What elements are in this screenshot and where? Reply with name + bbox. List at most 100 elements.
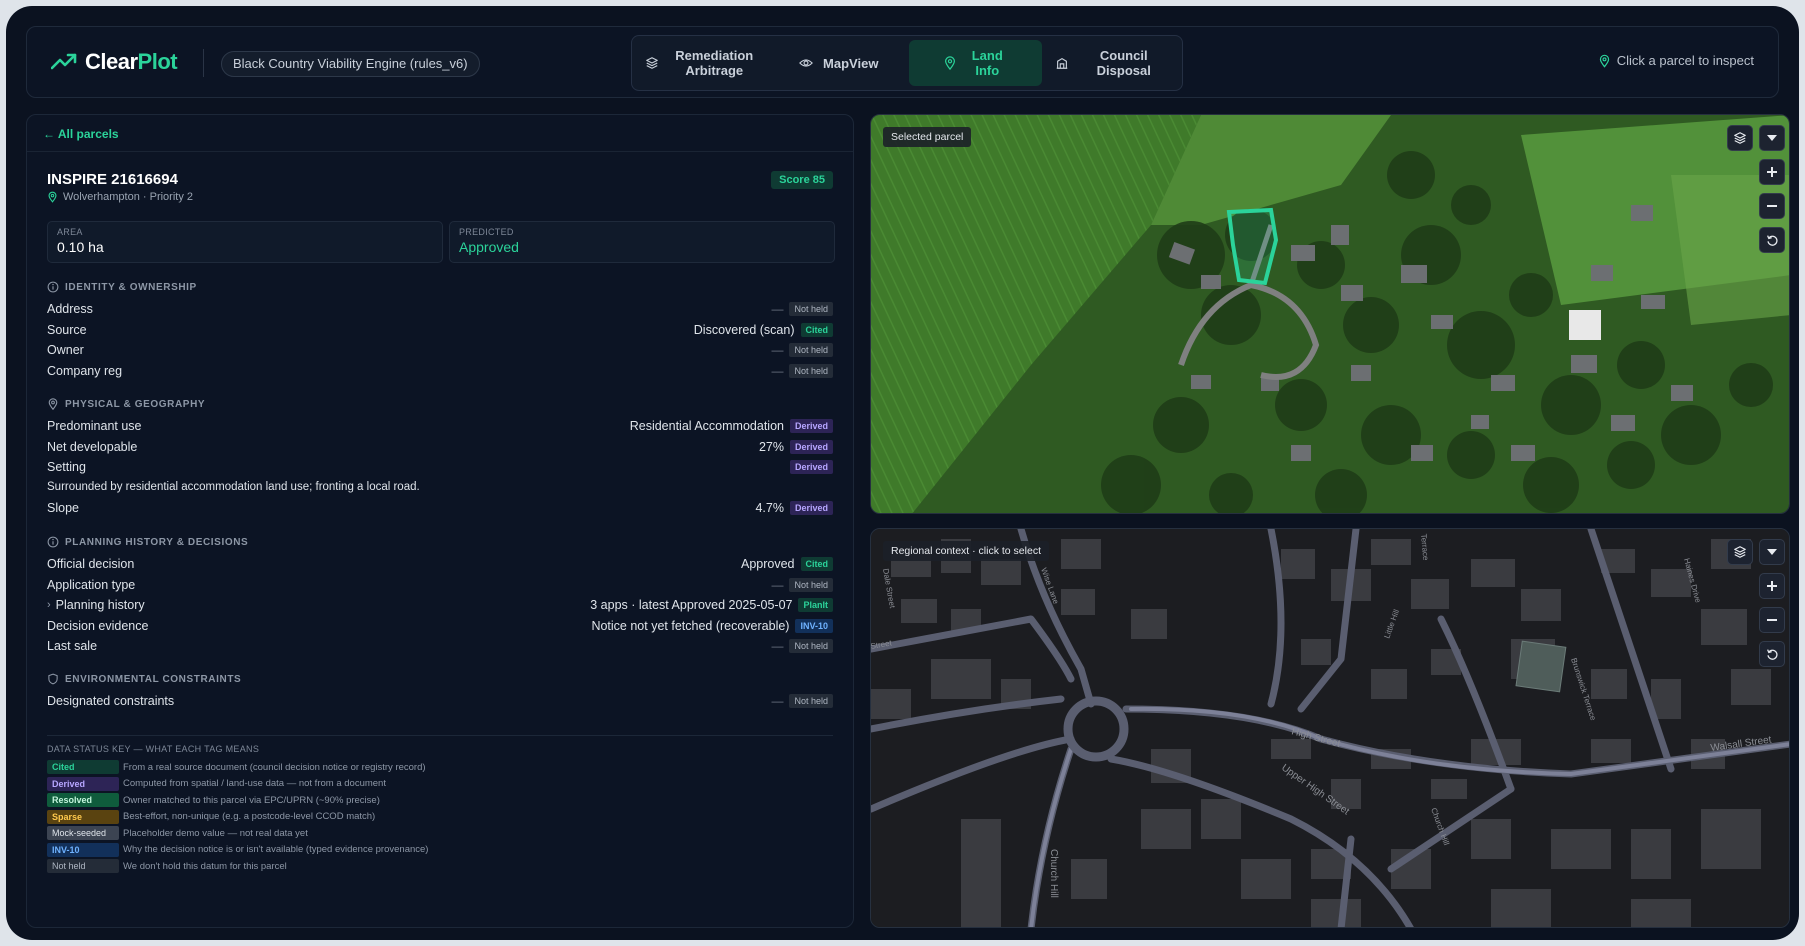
company-reg-row: Company reg — Not held xyxy=(47,361,833,382)
info-icon xyxy=(47,281,59,293)
status-tag: Derived xyxy=(789,500,833,515)
planning-history-row[interactable]: › Planning history 3 apps · latest Approve… xyxy=(47,595,833,616)
back-to-all-parcels-link[interactable]: ← All parcels xyxy=(43,127,119,141)
context-map[interactable]: Dale Street Wise Lane Terrace Little Hil… xyxy=(870,528,1790,928)
row-value: — xyxy=(771,302,784,317)
chevron-right-icon[interactable]: › xyxy=(47,599,51,611)
section-title: ENVIRONMENTAL CONSTRAINTS xyxy=(65,673,242,685)
row-label: Setting xyxy=(47,460,86,475)
map-label: Regional context · click to select xyxy=(883,541,1049,561)
row-label: Last sale xyxy=(47,639,98,654)
official-decision-row: Official decision Approved Cited xyxy=(47,554,833,575)
key-item: INV-10 Why the decision notice is or isn'… xyxy=(47,842,833,859)
key-desc: Computed from spatial / land-use data — … xyxy=(123,778,386,790)
logo-main: Clear xyxy=(85,49,138,74)
tab-mapview[interactable]: MapView xyxy=(773,40,906,86)
predicted-value: Approved xyxy=(459,239,519,255)
engine-badge: Black Country Viability Engine (rules_v6… xyxy=(221,51,480,77)
key-desc: Owner matched to this parcel via EPC/UPR… xyxy=(123,794,380,806)
row-label: Application type xyxy=(47,577,136,592)
chevron-down-icon xyxy=(1767,549,1777,555)
tab-label: Land Info xyxy=(971,48,1003,78)
layers-icon xyxy=(1734,132,1746,144)
row-label: Decision evidence xyxy=(47,618,149,633)
inspect-hint: Click a parcel to inspect xyxy=(1598,53,1754,68)
building-icon xyxy=(1056,57,1067,69)
row-value: 4.7% xyxy=(755,500,784,515)
predicted-card: PREDICTED Approved xyxy=(449,221,835,263)
layers-button[interactable] xyxy=(1727,125,1753,151)
section-heading: IDENTITY & OWNERSHIP xyxy=(47,279,833,295)
status-tag: INV-10 xyxy=(47,842,119,857)
setting-row: Setting Derived xyxy=(47,457,833,478)
key-item: Not held We don't hold this datum for thi… xyxy=(47,858,833,875)
chevron-down-icon xyxy=(1767,135,1777,141)
trend-up-icon xyxy=(51,53,77,70)
slope-row: Slope 4.7% Derived xyxy=(47,498,833,519)
status-tag: Not held xyxy=(789,694,833,709)
key-desc: Best-effort, non-unique (e.g. a postcode… xyxy=(123,811,376,823)
predicted-label: PREDICTED xyxy=(459,227,514,237)
data-status-key: DATA STATUS KEY — WHAT EACH TAG MEANS Ci… xyxy=(47,735,833,875)
zoom-in-button[interactable] xyxy=(1759,573,1785,599)
planning-section: PLANNING HISTORY & DECISIONS Official de… xyxy=(47,534,833,657)
last-sale-row: Last sale — Not held xyxy=(47,636,833,657)
setting-note: Surrounded by residential accommodation … xyxy=(47,480,420,493)
status-tag: Derived xyxy=(789,419,833,434)
row-value: — xyxy=(771,639,784,654)
parcel-title: INSPIRE 21616694 xyxy=(47,171,178,188)
status-tag: Cited xyxy=(800,557,833,572)
reset-icon xyxy=(1766,648,1778,660)
status-tag: Derived xyxy=(789,439,833,454)
status-tag: Not held xyxy=(789,343,833,358)
status-tag: Not held xyxy=(789,363,833,378)
row-label: Designated constraints xyxy=(47,694,175,709)
row-label: Net developable xyxy=(47,439,138,454)
key-item: Sparse Best-effort, non-unique (e.g. a po… xyxy=(47,809,833,826)
app-window: ClearPlot Black Country Viability Engine… xyxy=(6,6,1799,940)
predominant-use-row: Predominant use Residential Accommodation… xyxy=(47,416,833,437)
address-row: Address — Not held xyxy=(47,299,833,320)
mode-tabs: Remediation Arbitrage MapView Land Info … xyxy=(631,35,1183,91)
application-type-row: Application type — Not held xyxy=(47,575,833,596)
status-tag: Not held xyxy=(789,577,833,592)
map-pin-icon xyxy=(1599,54,1609,68)
zoom-in-button[interactable] xyxy=(1759,159,1785,185)
key-item: Mock-seeded Placeholder demo value — not … xyxy=(47,825,833,842)
status-tag: Cited xyxy=(47,760,119,775)
key-item: Resolved Owner matched to this parcel via… xyxy=(47,792,833,809)
status-tag: PlanIt xyxy=(798,598,833,613)
section-title: IDENTITY & OWNERSHIP xyxy=(65,281,197,293)
reset-view-button[interactable] xyxy=(1759,641,1785,667)
satellite-imagery xyxy=(871,115,1789,513)
layers-button[interactable] xyxy=(1727,539,1753,565)
zoom-out-button[interactable] xyxy=(1759,193,1785,219)
row-label: Slope xyxy=(47,500,79,515)
map-label: Selected parcel xyxy=(883,127,972,147)
key-desc: We don't hold this datum for this parcel xyxy=(123,860,287,872)
tab-land-info[interactable]: Land Info xyxy=(909,40,1042,86)
row-value: Notice not yet fetched (recoverable) xyxy=(591,618,790,633)
physical-section: PHYSICAL & GEOGRAPHY Predominant use Resi… xyxy=(47,396,833,518)
key-item: Cited From a real source document (counci… xyxy=(47,759,833,776)
row-label: Source xyxy=(47,322,87,337)
area-value: 0.10 ha xyxy=(57,239,104,255)
reset-view-button[interactable] xyxy=(1759,227,1785,253)
row-value: — xyxy=(771,577,784,592)
top-bar: ClearPlot Black Country Viability Engine… xyxy=(26,26,1779,98)
street-label: Church Hill xyxy=(1048,849,1059,898)
plus-icon xyxy=(1767,167,1777,177)
tab-label: Council Disposal xyxy=(1096,48,1151,78)
zoom-out-button[interactable] xyxy=(1759,607,1785,633)
dropdown-button[interactable] xyxy=(1759,125,1785,151)
status-tag: Not held xyxy=(47,859,119,874)
decision-evidence-row: Decision evidence Notice not yet fetched … xyxy=(47,616,833,637)
tab-remediation-arbitrage[interactable]: Remediation Arbitrage xyxy=(636,40,769,86)
tab-council-disposal[interactable]: Council Disposal xyxy=(1046,40,1179,86)
selected-parcel-outline[interactable] xyxy=(1226,207,1279,286)
dropdown-button[interactable] xyxy=(1759,539,1785,565)
satellite-map[interactable]: Selected parcel xyxy=(870,114,1790,514)
key-desc: From a real source document (council dec… xyxy=(123,761,426,773)
row-value: Residential Accommodation xyxy=(629,419,784,434)
section-title: PHYSICAL & GEOGRAPHY xyxy=(65,398,206,410)
